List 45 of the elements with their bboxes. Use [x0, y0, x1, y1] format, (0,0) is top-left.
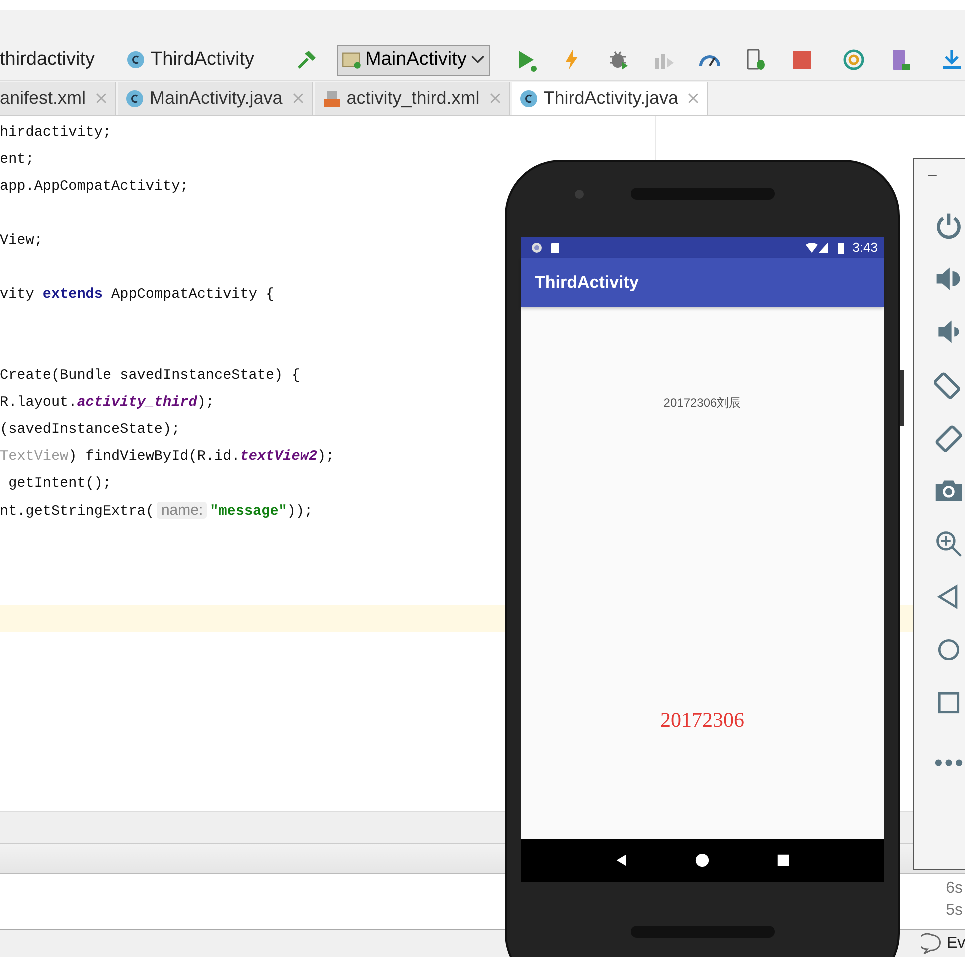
home-icon[interactable]	[695, 853, 710, 868]
run-configuration-dropdown[interactable]: MainActivity	[336, 44, 490, 76]
code-line: getIntent();	[8, 476, 112, 492]
overview-icon[interactable]	[776, 853, 791, 868]
code-line: Create(Bundle savedInstanceState) {	[0, 368, 300, 384]
screen-text: 20172306	[660, 708, 744, 733]
editor-tab[interactable]: ThirdActivity.java	[512, 82, 708, 115]
code-line: ent;	[0, 152, 34, 168]
code-line: View;	[0, 232, 43, 248]
more-icon[interactable]	[934, 758, 964, 768]
back-icon[interactable]	[614, 853, 629, 868]
minimize-button[interactable]: –	[928, 167, 937, 185]
layout-file-icon	[322, 90, 341, 108]
code-line: (savedInstanceState);	[0, 422, 180, 438]
code-line: nt.getStringExtra( name: "message"));	[0, 502, 314, 520]
code-line: hirdactivity;	[0, 124, 112, 140]
rotate-right-icon[interactable]	[934, 423, 964, 453]
class-icon	[520, 90, 538, 108]
wifi-signal-icon	[804, 242, 829, 254]
speech-bubble-icon[interactable]	[921, 933, 943, 955]
code-line: vity extends AppCompatActivity {	[0, 286, 275, 302]
class-icon	[126, 90, 144, 108]
editor-tab[interactable]: MainActivity.java	[118, 82, 313, 115]
app-title: ThirdActivity	[535, 272, 639, 292]
log-text: 5s	[946, 901, 963, 921]
power-icon[interactable]	[934, 211, 964, 241]
class-icon	[127, 51, 146, 69]
log-text: 6s	[946, 879, 963, 899]
folder-icon	[342, 50, 362, 70]
close-icon[interactable]	[688, 93, 700, 104]
sd-card-icon	[549, 242, 561, 254]
status-circle-icon	[531, 242, 543, 254]
screen-text: 20172306刘辰	[664, 395, 742, 412]
editor-tab[interactable]: anifest.xml	[0, 82, 116, 115]
camera-dot	[575, 190, 584, 199]
code-line: R.layout.activity_third);	[0, 394, 215, 410]
sync-icon[interactable]	[842, 48, 866, 72]
breadcrumb-item[interactable]: thirdactivity	[0, 49, 96, 71]
code-line: TextView) findViewById(R.id.textView2);	[0, 448, 335, 464]
zoom-icon[interactable]	[934, 529, 964, 559]
code-line: app.AppCompatActivity;	[0, 178, 189, 194]
editor-tab[interactable]: activity_third.xml	[314, 82, 510, 115]
caret-icon	[470, 55, 485, 65]
breadcrumb-item[interactable]: ThirdActivity	[151, 49, 254, 71]
status-time: 3:43	[852, 240, 878, 255]
